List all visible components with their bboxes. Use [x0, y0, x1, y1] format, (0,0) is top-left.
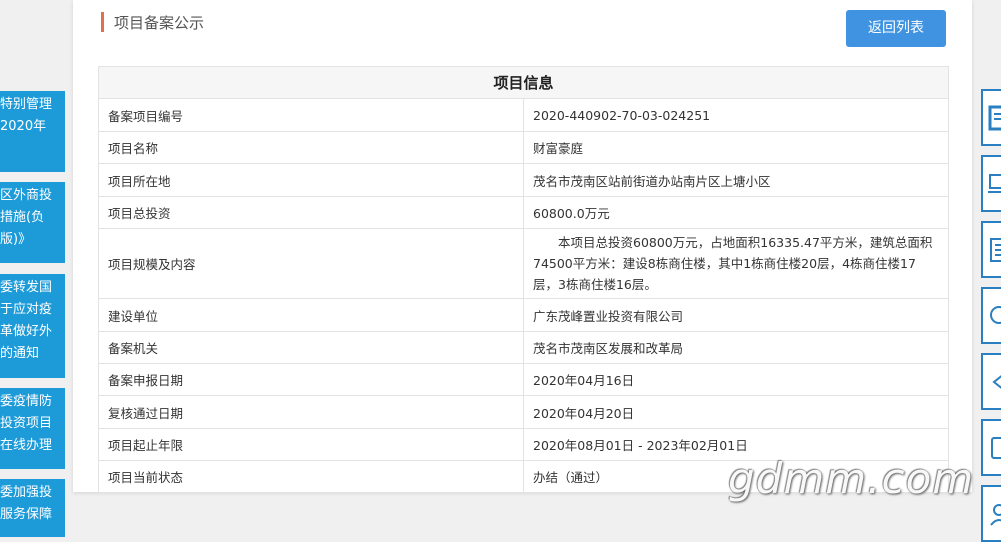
row-label: 项目当前状态 [98, 460, 524, 493]
row-label: 备案项目编号 [98, 98, 524, 132]
row-value: 60800.0万元 [523, 196, 949, 229]
table-row: 项目所在地 茂名市茂南区站前街道办站南片区上塘小区 [98, 163, 949, 197]
left-tab-line: 革做好外 [0, 324, 53, 339]
row-label: 项目总投资 [98, 196, 524, 229]
table-row: 备案项目编号 2020-440902-70-03-024251 [98, 98, 949, 132]
left-tab-line: 委疫情防 [0, 394, 53, 409]
row-label: 建设单位 [98, 298, 524, 332]
row-label: 项目起止年限 [98, 428, 524, 461]
left-tab-line: 措施(负 [0, 210, 45, 225]
table-row: 项目规模及内容 本项目总投资60800万元，占地面积16335.47平方米，建筑… [98, 228, 949, 299]
left-tab-line: 委加强投 [0, 485, 53, 500]
computer-icon[interactable] [981, 155, 1001, 212]
left-tab-line: 委转发国 [0, 280, 53, 295]
user-icon[interactable] [981, 485, 1001, 542]
table-row: 建设单位 广东茂峰置业投资有限公司 [98, 298, 949, 332]
left-news-tab-2[interactable]: 区外商投 措施(负 版)》 [0, 182, 65, 263]
row-label: 项目所在地 [98, 163, 524, 197]
left-news-tab-1[interactable]: 特别管理 2020年 [0, 91, 65, 172]
share-icon[interactable] [981, 353, 1001, 410]
search-icon[interactable] [981, 287, 1001, 344]
document-icon[interactable] [981, 89, 1001, 146]
row-label: 备案机关 [98, 331, 524, 364]
phone-icon[interactable] [981, 419, 1001, 476]
row-value: 广东茂峰置业投资有限公司 [523, 298, 949, 332]
row-value: 财富豪庭 [523, 131, 949, 164]
left-tab-line: 区外商投 [0, 188, 53, 203]
row-label: 项目规模及内容 [98, 228, 524, 299]
left-tab-line: 2020年 [0, 119, 47, 134]
table-row: 项目名称 财富豪庭 [98, 131, 949, 164]
left-tab-line: 服务保障 [0, 507, 53, 522]
row-label: 备案申报日期 [98, 363, 524, 396]
left-tab-line: 的通知 [0, 346, 40, 361]
left-tab-line: 版)》 [0, 232, 32, 247]
left-news-tab-3[interactable]: 委转发国 于应对疫 革做好外 的通知 [0, 274, 65, 378]
title-accent-bar [101, 12, 104, 32]
row-value: 茂名市茂南区发展和改革局 [523, 331, 949, 364]
row-value: 2020年04月20日 [523, 395, 949, 429]
row-value: 2020年04月16日 [523, 363, 949, 396]
table-row: 备案机关 茂名市茂南区发展和改革局 [98, 331, 949, 364]
left-tab-line: 于应对疫 [0, 302, 53, 317]
table-row: 项目总投资 60800.0万元 [98, 196, 949, 229]
main-panel: 项目备案公示 返回列表 项目信息 备案项目编号 2020-440902-70-0… [73, 0, 972, 493]
row-label: 项目名称 [98, 131, 524, 164]
left-news-tab-5[interactable]: 委加强投 服务保障 [0, 479, 65, 537]
table-title: 项目信息 [98, 66, 949, 99]
row-value: 本项目总投资60800万元，占地面积16335.47平方米，建筑总面积74500… [523, 228, 949, 299]
page-title: 项目备案公示 [114, 14, 205, 32]
row-label: 复核通过日期 [98, 395, 524, 429]
site-watermark: gdmm.com [728, 454, 975, 503]
row-value: 2020-440902-70-03-024251 [523, 98, 949, 132]
left-tab-line: 在线办理 [0, 438, 53, 453]
row-value: 茂名市茂南区站前街道办站南片区上塘小区 [523, 163, 949, 197]
left-news-tab-4[interactable]: 委疫情防 投资项目 在线办理 [0, 388, 65, 469]
back-to-list-button[interactable]: 返回列表 [846, 10, 946, 47]
table-row: 备案申报日期 2020年04月16日 [98, 363, 949, 396]
left-tab-line: 投资项目 [0, 416, 53, 431]
project-info-table: 项目信息 备案项目编号 2020-440902-70-03-024251 项目名… [98, 66, 949, 493]
list-icon[interactable] [981, 221, 1001, 278]
table-row: 复核通过日期 2020年04月20日 [98, 395, 949, 429]
left-tab-line: 特别管理 [0, 97, 53, 112]
